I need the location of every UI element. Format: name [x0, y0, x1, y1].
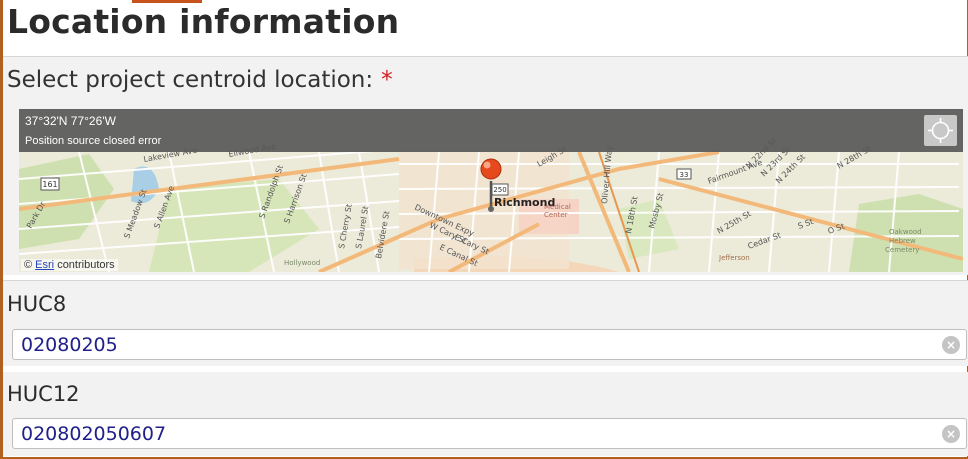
position-error-text: Position source closed error	[25, 135, 162, 147]
svg-text:Oakwood: Oakwood	[889, 228, 922, 236]
huc8-section: HUC8 02080205 ×	[3, 281, 968, 366]
huc12-value: 020802050607	[21, 423, 167, 445]
svg-text:Jefferson: Jefferson	[718, 254, 750, 262]
huc8-field[interactable]: 02080205 ×	[12, 329, 967, 360]
copyright-symbol: ©	[24, 259, 33, 271]
road-shield-250: 250	[493, 186, 506, 194]
centroid-label-text: Select project centroid location:	[7, 67, 374, 93]
road-shield-33: 33	[680, 171, 689, 179]
svg-text:Hollywood: Hollywood	[284, 259, 320, 267]
huc8-value: 02080205	[21, 334, 118, 356]
clear-circle-icon[interactable]: ×	[942, 336, 960, 354]
page-title: Location information	[7, 2, 400, 41]
esri-link[interactable]: Esri	[35, 259, 54, 271]
huc12-section: HUC12 020802050607 ×	[3, 372, 968, 456]
huc8-label: HUC8	[7, 292, 67, 316]
map-view[interactable]: 161 250 33 Lakeview Ave Ellwood Ave S Ra…	[19, 109, 963, 272]
svg-text:Cemetery: Cemetery	[885, 246, 919, 254]
map-attribution: © Esri contributors	[21, 259, 118, 271]
locate-button[interactable]	[924, 115, 957, 146]
required-asterisk: *	[381, 67, 393, 93]
road-shield-161: 161	[42, 180, 57, 189]
svg-text:Hebrew: Hebrew	[889, 237, 916, 245]
huc12-field[interactable]: 020802050607 ×	[12, 418, 967, 449]
map-city-label: Richmond	[494, 196, 555, 209]
clear-circle-icon[interactable]: ×	[942, 425, 960, 443]
map-coordinates: 37°32'N 77°26'W	[25, 114, 116, 128]
map-status-bar: 37°32'N 77°26'W Position source closed e…	[19, 109, 963, 152]
attribution-suffix: contributors	[57, 259, 115, 271]
huc12-label: HUC12	[7, 382, 80, 406]
svg-text:Center: Center	[544, 211, 568, 219]
crosshair-icon	[928, 118, 953, 143]
centroid-label: Select project centroid location: *	[7, 67, 393, 93]
